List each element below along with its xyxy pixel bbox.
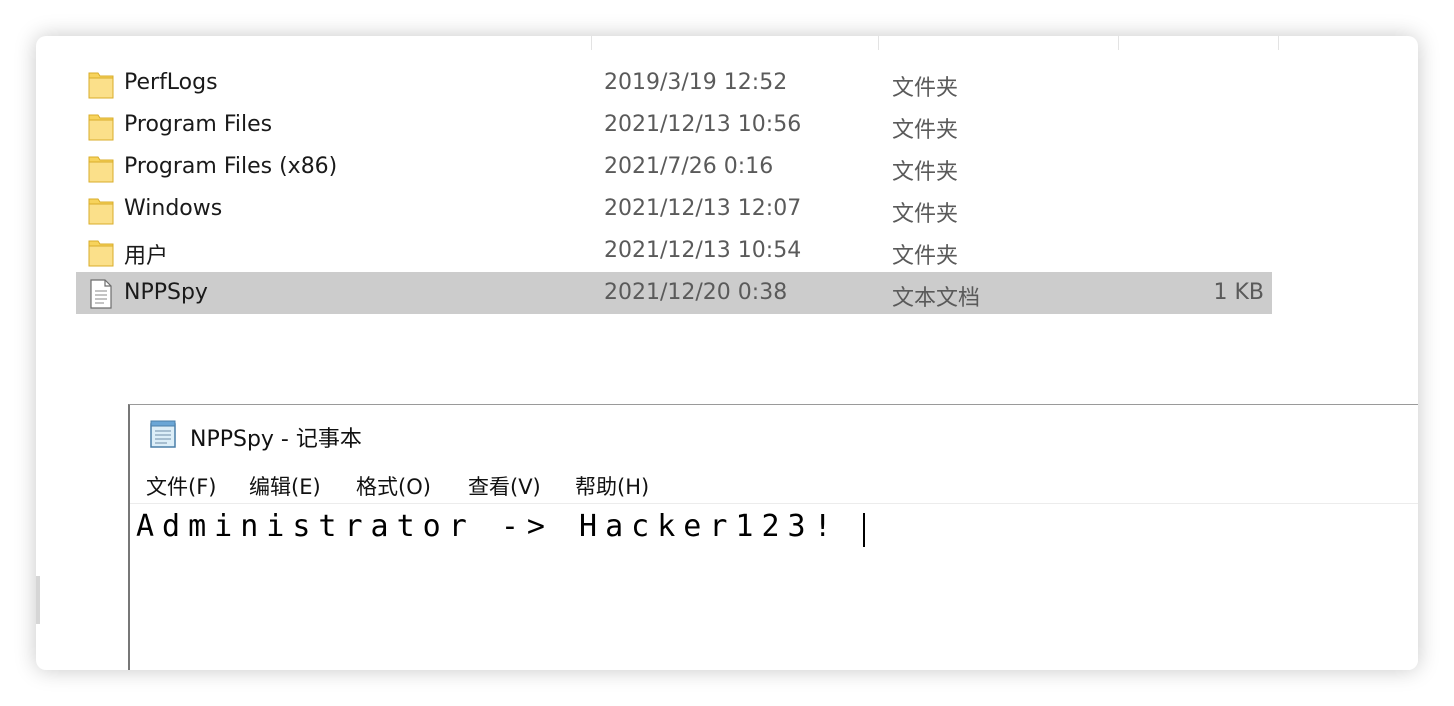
notepad-content: Administrator -> Hacker123! [136,509,840,544]
menu-help[interactable]: 帮助(H) [573,471,651,501]
file-row[interactable]: Program Files 2021/12/13 10:56 文件夹 [76,104,1272,146]
notepad-titlebar[interactable]: NPPSpy - 记事本 [130,405,1418,463]
file-type: 文件夹 [892,244,959,269]
file-type: 文本文档 [892,286,981,311]
file-date: 2021/12/13 10:56 [604,112,802,137]
column-divider[interactable] [878,36,879,50]
file-row[interactable]: NPPSpy 2021/12/20 0:38 文本文档 1 KB [76,272,1272,314]
file-type: 文件夹 [892,118,959,143]
file-name: Program Files (x86) [124,154,338,179]
file-name: Windows [124,196,223,221]
file-date: 2021/12/20 0:38 [604,280,788,305]
file-row[interactable]: PerfLogs 2019/3/19 12:52 文件夹 [76,62,1272,104]
menu-format[interactable]: 格式(O) [354,471,433,501]
file-date: 2021/12/13 12:07 [604,196,802,221]
file-name: NPPSpy [124,280,208,305]
file-type: 文件夹 [892,76,959,101]
folder-icon [88,153,114,183]
notepad-title: NPPSpy - 记事本 [190,427,362,452]
file-row[interactable]: 用户 2021/12/13 10:54 文件夹 [76,230,1272,272]
notepad-window: NPPSpy - 记事本 文件(F) 编辑(E) 格式(O) 查看(V) 帮助(… [128,404,1418,670]
file-date: 2021/7/26 0:16 [604,154,774,179]
file-type: 文件夹 [892,160,959,185]
column-divider[interactable] [1278,36,1279,50]
window-frame: PerfLogs 2019/3/19 12:52 文件夹 Program Files 2… [36,36,1418,670]
folder-icon [88,111,114,141]
file-type: 文件夹 [892,202,959,227]
file-name: 用户 [124,244,169,269]
file-row[interactable]: Program Files (x86) 2021/7/26 0:16 文件夹 [76,146,1272,188]
notepad-text-area[interactable]: Administrator -> Hacker123! [130,503,1418,670]
menu-edit[interactable]: 编辑(E) [247,471,323,501]
text-file-icon [88,279,114,309]
menu-view[interactable]: 查看(V) [466,471,543,501]
text-caret [863,513,865,547]
folder-icon [88,195,114,225]
folder-icon [88,237,114,267]
column-divider[interactable] [1118,36,1119,50]
file-size: 1 KB [1213,280,1264,305]
notepad-icon [150,420,176,448]
folder-icon [88,69,114,99]
menu-file[interactable]: 文件(F) [144,471,218,501]
file-list: PerfLogs 2019/3/19 12:52 文件夹 Program Files 2… [76,62,1272,314]
file-row[interactable]: Windows 2021/12/13 12:07 文件夹 [76,188,1272,230]
notepad-menubar: 文件(F) 编辑(E) 格式(O) 查看(V) 帮助(H) [130,463,1418,504]
file-date: 2019/3/19 12:52 [604,70,788,95]
scrollbar-edge [36,576,40,624]
column-divider[interactable] [591,36,592,50]
file-name: Program Files [124,112,273,137]
file-date: 2021/12/13 10:54 [604,238,802,263]
file-name: PerfLogs [124,70,218,95]
